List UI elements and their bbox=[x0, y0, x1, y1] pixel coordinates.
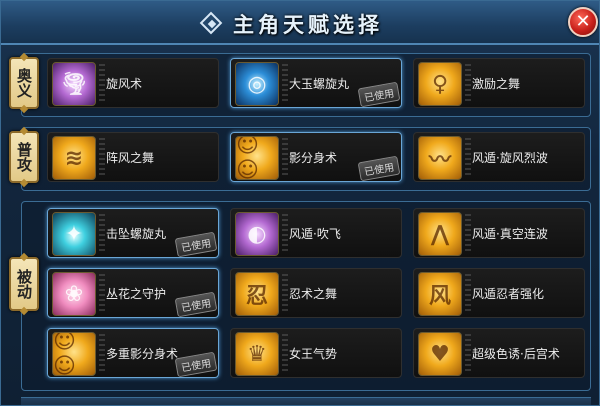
wind-swirl-icon: ≋ bbox=[52, 136, 96, 180]
skill-card-harem[interactable]: ♥ 超级色诱·后宫术 bbox=[413, 328, 585, 378]
skill-card-vacuum-wave[interactable]: ⋀ 风遁·真空连波 bbox=[413, 208, 585, 258]
wind-wave-icon: 〰 bbox=[418, 136, 462, 180]
skill-name: 丛花之守护 bbox=[106, 287, 167, 301]
title-bar: 主角天赋选择 ✕ bbox=[1, 1, 599, 45]
used-badge: 已使用 bbox=[357, 155, 401, 182]
skill-name: 击坠螺旋丸 bbox=[106, 227, 167, 241]
skill-card-tornado[interactable]: 🌪 旋风术 bbox=[47, 58, 219, 108]
scroll-icon: 忍 bbox=[235, 272, 279, 316]
skill-name: 激励之舞 bbox=[472, 77, 521, 91]
skill-card-shadow-clone[interactable]: ☺☺ 影分身术 已使用 bbox=[230, 132, 402, 182]
fan-icon: ◐ bbox=[235, 212, 279, 256]
used-badge: 已使用 bbox=[174, 351, 218, 378]
close-button[interactable]: ✕ bbox=[568, 7, 598, 37]
section-label-text: 奥义 bbox=[15, 68, 33, 98]
skill-card-spiral-drop[interactable]: ✦ 击坠螺旋丸 已使用 bbox=[47, 208, 219, 258]
tornado-icon: 🌪 bbox=[52, 62, 96, 106]
section-label-ultimate: 奥义 bbox=[9, 57, 39, 109]
skill-name: 风遁·真空连波 bbox=[472, 227, 548, 241]
skill-name: 风遁·吹飞 bbox=[289, 227, 341, 241]
skill-card-wind-ninja-boost[interactable]: 风 风遁忍者强化 bbox=[413, 268, 585, 318]
bottom-strip bbox=[21, 397, 591, 405]
skill-card-inspire-dance[interactable]: ♀ 激励之舞 bbox=[413, 58, 585, 108]
skill-name: 女王气势 bbox=[289, 347, 338, 361]
skill-name: 阵风之舞 bbox=[106, 151, 155, 165]
skill-card-flower-guard[interactable]: ❀ 丛花之守护 已使用 bbox=[47, 268, 219, 318]
flower-guard-icon: ❀ bbox=[52, 272, 96, 316]
skill-card-queen-aura[interactable]: ♛ 女王气势 bbox=[230, 328, 402, 378]
spiral-orb-icon: ✦ bbox=[52, 212, 96, 256]
used-badge: 已使用 bbox=[174, 231, 218, 258]
multi-clone-icon: ☺☺ bbox=[52, 332, 96, 376]
skill-card-multi-clone[interactable]: ☺☺ 多重影分身术 已使用 bbox=[47, 328, 219, 378]
shadow-clone-icon: ☺☺ bbox=[235, 136, 279, 180]
skill-name: 超级色诱·后宫术 bbox=[472, 347, 560, 361]
skill-name: 风遁·旋风烈波 bbox=[472, 151, 548, 165]
section-label-passive: 被动 bbox=[9, 257, 39, 311]
rasengan-icon: ◎ bbox=[235, 62, 279, 106]
skill-card-wind-wave[interactable]: 〰 风遁·旋风烈波 bbox=[413, 132, 585, 182]
queen-icon: ♛ bbox=[235, 332, 279, 376]
section-label-text: 被动 bbox=[15, 269, 33, 299]
skill-name: 旋风术 bbox=[106, 77, 143, 91]
section-label-text: 普攻 bbox=[15, 142, 33, 172]
skill-name: 多重影分身术 bbox=[106, 347, 179, 361]
close-icon: ✕ bbox=[575, 11, 591, 32]
skill-card-wind-blow[interactable]: ◐ 风遁·吹飞 bbox=[230, 208, 402, 258]
window-title: 主角天赋选择 bbox=[233, 12, 383, 37]
dancer-icon: ♀ bbox=[418, 62, 462, 106]
skill-name: 影分身术 bbox=[289, 151, 338, 165]
talent-window: 主角天赋选择 ✕ 奥义 普攻 被动 🌪 旋风术 ◎ 大玉螺旋丸 已使用 ♀ 激励… bbox=[0, 0, 600, 406]
skill-name: 忍术之舞 bbox=[289, 287, 338, 301]
title-wrap: 主角天赋选择 bbox=[199, 9, 383, 39]
harem-icon: ♥ bbox=[418, 332, 462, 376]
skill-name: 风遁忍者强化 bbox=[472, 287, 545, 301]
section-label-normal: 普攻 bbox=[9, 131, 39, 183]
skill-card-ninjutsu-dance[interactable]: 忍 忍术之舞 bbox=[230, 268, 402, 318]
skill-card-rasengan[interactable]: ◎ 大玉螺旋丸 已使用 bbox=[230, 58, 402, 108]
used-badge: 已使用 bbox=[174, 291, 218, 318]
vacuum-wave-icon: ⋀ bbox=[418, 212, 462, 256]
skill-card-gust-dance[interactable]: ≋ 阵风之舞 bbox=[47, 132, 219, 182]
skill-name: 大玉螺旋丸 bbox=[289, 77, 350, 91]
diamond-emblem-icon bbox=[199, 11, 225, 37]
wind-kanji-icon: 风 bbox=[418, 272, 462, 316]
used-badge: 已使用 bbox=[357, 81, 401, 108]
